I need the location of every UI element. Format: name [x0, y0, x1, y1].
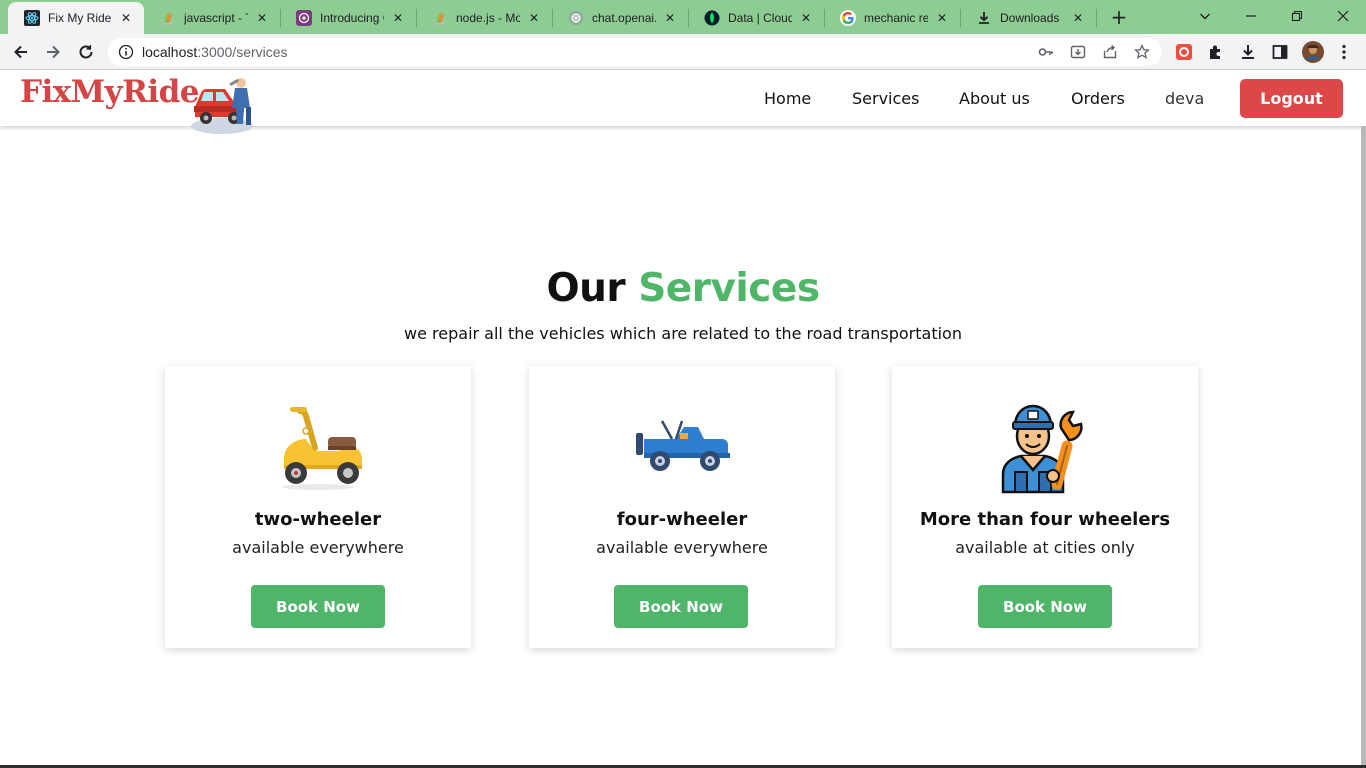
browser-tab-strip: Fix My Ride ✕ javascript - Ty ✕ Introduc…	[0, 0, 1366, 34]
tab-title: Data | Cloud	[728, 11, 792, 25]
openai-icon	[296, 10, 312, 26]
close-icon[interactable]: ✕	[526, 10, 542, 26]
brand-name[interactable]: FixMyRide	[20, 74, 200, 110]
browser-tab-chat-openai[interactable]: chat.openai.co ✕	[552, 2, 688, 34]
page-scrollbar[interactable]	[1361, 126, 1366, 766]
restore-icon	[1291, 10, 1303, 22]
star-icon[interactable]	[1134, 44, 1150, 60]
url-text[interactable]: localhost:3000/services	[142, 44, 288, 60]
minimize-icon	[1246, 15, 1256, 17]
car-mechanic-logo-icon[interactable]	[189, 73, 259, 141]
new-tab-button[interactable]: +	[1108, 5, 1130, 29]
forward-button[interactable]	[40, 39, 66, 65]
share-icon[interactable]	[1102, 44, 1118, 60]
tab-title: Introducing C	[320, 11, 384, 25]
close-icon	[1337, 10, 1349, 22]
url-path: :3000/services	[197, 44, 288, 60]
tab-title: mechanic real	[864, 11, 928, 25]
browser-tab-fix-my-ride[interactable]: Fix My Ride ✕	[8, 2, 144, 34]
browser-tab-data-cloud[interactable]: Data | Cloud ✕	[688, 2, 824, 34]
google-icon	[840, 10, 856, 26]
site-navbar: FixMyRide Home Services About us Orders …	[0, 70, 1366, 134]
puzzle-icon[interactable]	[1207, 43, 1225, 61]
download-icon[interactable]	[1239, 43, 1257, 61]
heading-our: Our	[546, 266, 626, 311]
side-panel-icon[interactable]	[1271, 43, 1289, 61]
url-host: localhost	[142, 44, 198, 60]
arrow-right-icon	[47, 45, 60, 59]
card-subtitle: available everywhere	[596, 538, 768, 557]
extension-red-icon[interactable]	[1175, 43, 1193, 61]
close-icon[interactable]: ✕	[934, 10, 950, 26]
jeep-icon	[529, 398, 835, 494]
address-bar[interactable]: localhost:3000/services	[108, 38, 1162, 66]
tab-title: Downloads	[1000, 11, 1060, 25]
nav-about[interactable]: About us	[959, 89, 1030, 108]
heading-services: Services	[638, 266, 820, 311]
service-card-two-wheeler: two-wheeler available everywhere Book No…	[165, 366, 471, 648]
info-icon[interactable]	[118, 44, 134, 60]
download-icon	[976, 10, 992, 26]
close-icon[interactable]: ✕	[390, 10, 406, 26]
profile-avatar[interactable]	[1302, 41, 1324, 63]
close-icon[interactable]: ✕	[662, 10, 678, 26]
mongodb-icon	[704, 10, 720, 26]
key-icon[interactable]	[1038, 44, 1054, 60]
browser-tab-javascript[interactable]: javascript - Ty ✕	[144, 2, 280, 34]
book-now-button[interactable]: Book Now	[978, 585, 1112, 628]
service-card-four-wheeler: four-wheeler available everywhere Book N…	[529, 366, 835, 648]
tab-title: javascript - Ty	[184, 11, 248, 25]
minimize-button[interactable]	[1228, 0, 1274, 32]
nav-orders[interactable]: Orders	[1071, 89, 1125, 108]
react-icon	[24, 10, 40, 26]
card-subtitle: available everywhere	[232, 538, 404, 557]
book-now-button[interactable]: Book Now	[614, 585, 748, 628]
logout-button[interactable]: Logout	[1240, 79, 1343, 118]
back-button[interactable]	[8, 39, 34, 65]
mechanic-icon	[892, 398, 1198, 494]
tab-title: Fix My Ride	[48, 11, 112, 25]
close-window-button[interactable]	[1320, 0, 1366, 32]
tab-search-button[interactable]	[1182, 0, 1228, 32]
arrow-left-icon	[14, 45, 27, 59]
services-heading: Our Services	[0, 266, 1366, 311]
tab-title: chat.openai.co	[592, 11, 656, 25]
openai-icon	[568, 10, 584, 26]
nav-username[interactable]: deva	[1165, 89, 1204, 108]
browser-toolbar: localhost:3000/services	[0, 34, 1366, 70]
stackoverflow-icon	[160, 10, 176, 26]
reload-button[interactable]	[73, 39, 99, 65]
nav-home[interactable]: Home	[764, 89, 811, 108]
browser-tab-introducing[interactable]: Introducing C ✕	[280, 2, 416, 34]
close-icon[interactable]: ✕	[1070, 10, 1086, 26]
close-icon[interactable]: ✕	[254, 10, 270, 26]
restore-button[interactable]	[1274, 0, 1320, 32]
browser-tab-mechanic[interactable]: mechanic real ✕	[824, 2, 960, 34]
tab-title: node.js - Mor	[456, 11, 520, 25]
install-icon[interactable]	[1070, 44, 1086, 60]
chevron-down-icon	[1200, 13, 1210, 20]
card-title: four-wheeler	[616, 509, 748, 530]
book-now-button[interactable]: Book Now	[251, 585, 385, 628]
close-icon[interactable]: ✕	[118, 10, 134, 26]
service-card-more-than-four-wheelers: More than four wheelers available at cit…	[892, 366, 1198, 648]
card-title: two-wheeler	[254, 509, 382, 530]
close-icon[interactable]: ✕	[798, 10, 814, 26]
card-title: More than four wheelers	[919, 509, 1171, 530]
nav-services[interactable]: Services	[852, 89, 919, 108]
tab-divider	[1096, 9, 1097, 27]
stackoverflow-icon	[432, 10, 448, 26]
card-subtitle: available at cities only	[955, 538, 1135, 557]
reload-icon	[79, 45, 93, 59]
scooter-icon	[165, 398, 471, 494]
browser-tab-nodejs[interactable]: node.js - Mor ✕	[416, 2, 552, 34]
services-subtitle: we repair all the vehicles which are rel…	[404, 324, 962, 343]
browser-tab-downloads[interactable]: Downloads ✕	[960, 2, 1096, 34]
menu-icon[interactable]	[1335, 43, 1353, 61]
